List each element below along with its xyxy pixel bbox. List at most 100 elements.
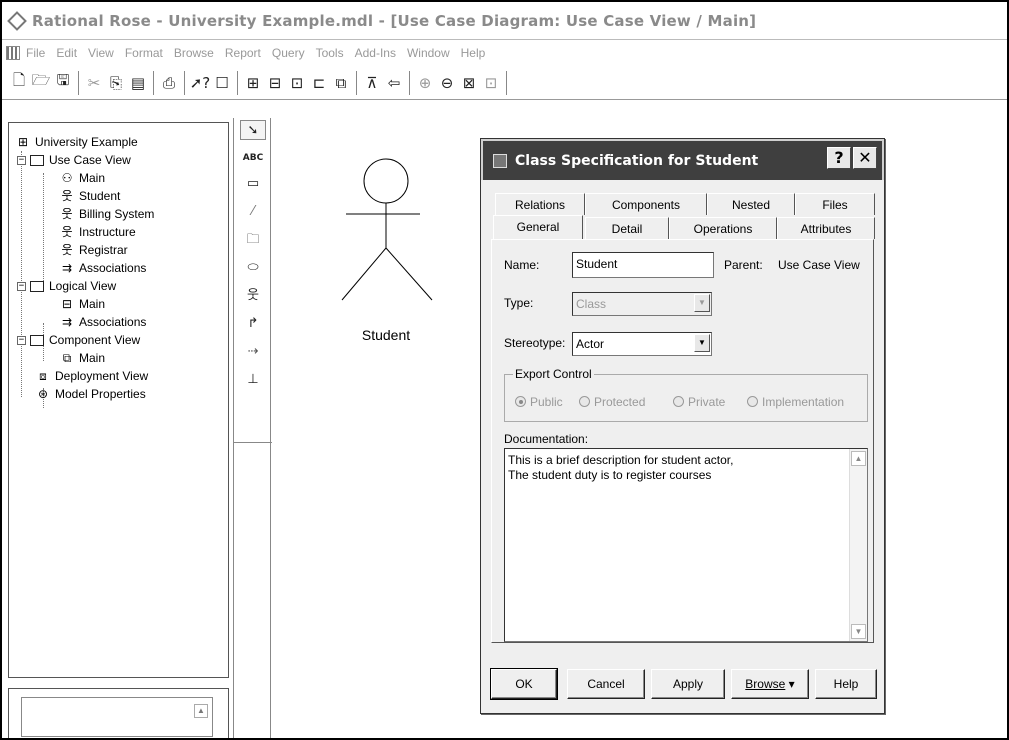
- fit-in-window-icon[interactable]: ⊠: [458, 72, 480, 94]
- print-icon[interactable]: ⎙: [158, 72, 180, 94]
- tab-nested[interactable]: Nested: [707, 193, 795, 215]
- anchor-note-tool-icon[interactable]: ⁄: [240, 202, 266, 222]
- menu-report[interactable]: Report: [225, 46, 261, 60]
- type-select[interactable]: Class ▼: [572, 292, 712, 316]
- tree-item-lv-main[interactable]: ⊟ Main: [59, 295, 105, 313]
- collapse-toggle-icon[interactable]: −: [17, 155, 26, 165]
- radio-public[interactable]: Public: [515, 395, 563, 409]
- package-tool-icon[interactable]: 🗀: [240, 230, 266, 250]
- zoom-out-icon[interactable]: ⊖: [436, 72, 458, 94]
- menu-edit[interactable]: Edit: [56, 46, 77, 60]
- open-file-icon[interactable]: 🗁: [30, 71, 52, 94]
- radio-private[interactable]: Private: [673, 395, 725, 409]
- close-button[interactable]: ✕: [853, 147, 877, 169]
- tree-item-component-view[interactable]: − Component View: [17, 331, 140, 349]
- tree-item-use-case-view[interactable]: − Use Case View: [17, 151, 131, 169]
- menu-add-ins[interactable]: Add-Ins: [355, 46, 396, 60]
- documentation-textarea[interactable]: This is a brief description for student …: [504, 448, 868, 642]
- dialog-title-bar: Class Specification for Student: [481, 139, 884, 180]
- tab-operations[interactable]: Operations: [669, 217, 777, 239]
- tree-item-instructure[interactable]: 웃 Instructure: [59, 223, 135, 241]
- documentation-textbox[interactable]: ▲: [21, 697, 213, 737]
- folder-icon: [30, 280, 44, 292]
- save-icon[interactable]: 🖫: [52, 71, 74, 94]
- browse-deployment-diagram-icon[interactable]: ⧉: [330, 72, 352, 94]
- chevron-down-icon[interactable]: ▼: [694, 294, 710, 312]
- stereotype-select[interactable]: Actor ▼: [572, 332, 712, 356]
- actor-tool-icon[interactable]: 웃: [240, 286, 266, 306]
- radio-protected[interactable]: Protected: [579, 395, 645, 409]
- copy-icon[interactable]: ⎘: [105, 72, 127, 94]
- actor-label[interactable]: Student: [356, 327, 416, 343]
- mdi-document-icon[interactable]: [6, 46, 20, 60]
- tab-general[interactable]: General: [493, 215, 583, 239]
- tree-item-cv-main[interactable]: ⧉ Main: [59, 349, 105, 367]
- dependency-tool-icon[interactable]: ⇢: [240, 342, 266, 362]
- generalization-tool-icon[interactable]: ⊥: [240, 370, 266, 390]
- tree-item-student[interactable]: 웃 Student: [59, 187, 120, 205]
- text-box-tool[interactable]: ABC: [240, 148, 266, 168]
- tab-attributes[interactable]: Attributes: [777, 217, 875, 239]
- tree-item-lv-associations[interactable]: ⇉ Associations: [59, 313, 146, 331]
- tree-item-ucv-associations[interactable]: ⇉ Associations: [59, 259, 146, 277]
- menu-query[interactable]: Query: [272, 46, 305, 60]
- tree-item-university-example[interactable]: ⊞ University Example: [15, 133, 138, 151]
- collapse-toggle-icon[interactable]: −: [17, 281, 26, 291]
- name-field[interactable]: Student: [572, 252, 714, 278]
- tree-item-model-properties[interactable]: ⊛ Model Properties: [35, 385, 146, 403]
- use-case-tool-icon[interactable]: ⬭: [240, 258, 266, 278]
- menu-file[interactable]: File: [26, 46, 45, 60]
- radio-implementation[interactable]: Implementation: [747, 395, 844, 409]
- collapse-toggle-icon[interactable]: −: [17, 335, 26, 345]
- folder-icon: [30, 154, 44, 166]
- browse-component-diagram-icon[interactable]: ⊡: [286, 72, 308, 94]
- tree-item-billing-system[interactable]: 웃 Billing System: [59, 205, 154, 223]
- model-browser[interactable]: ⊞ University Example − Use Case View ⚇ M…: [8, 122, 229, 678]
- tab-components[interactable]: Components: [585, 193, 707, 215]
- tree-item-logical-view[interactable]: − Logical View: [17, 277, 116, 295]
- tab-relations[interactable]: Relations: [495, 193, 585, 215]
- vertical-scrollbar[interactable]: ▲ ▼: [849, 449, 867, 641]
- tab-files[interactable]: Files: [795, 193, 875, 215]
- browse-parent-icon[interactable]: ⊼: [361, 72, 383, 94]
- context-help-icon[interactable]: ➚?: [189, 72, 211, 94]
- paste-icon[interactable]: ▤: [127, 72, 149, 94]
- scroll-up-icon[interactable]: ▲: [194, 704, 208, 718]
- menu-view[interactable]: View: [88, 46, 114, 60]
- student-actor-figure[interactable]: [322, 142, 442, 322]
- tree-item-ucv-main[interactable]: ⚇ Main: [59, 169, 105, 187]
- scroll-down-icon[interactable]: ▼: [851, 624, 866, 639]
- cut-icon[interactable]: ✂: [83, 72, 105, 94]
- ok-button[interactable]: OK: [490, 668, 558, 700]
- toolbar-separator: [184, 70, 185, 95]
- view-documentation-icon[interactable]: ☐: [211, 72, 233, 94]
- note-tool-icon[interactable]: ▭: [240, 174, 266, 194]
- menu-browse[interactable]: Browse: [174, 46, 214, 60]
- browse-class-diagram-icon[interactable]: ⊞: [242, 72, 264, 94]
- menu-tools[interactable]: Tools: [316, 46, 344, 60]
- zoom-in-icon[interactable]: ⊕: [414, 72, 436, 94]
- tab-detail[interactable]: Detail: [585, 217, 669, 239]
- help-button[interactable]: Help: [815, 669, 877, 699]
- application-window: Rational Rose - University Example.mdl -…: [0, 0, 1009, 740]
- scroll-up-icon[interactable]: ▲: [851, 451, 866, 466]
- unidirectional-association-tool-icon[interactable]: ↱: [240, 314, 266, 334]
- browse-previous-icon[interactable]: ⇦: [383, 72, 405, 94]
- menu-window[interactable]: Window: [407, 46, 450, 60]
- apply-button[interactable]: Apply: [651, 669, 725, 699]
- undo-fit-icon[interactable]: ⊡: [480, 72, 502, 94]
- tree-item-deployment-view[interactable]: ⧈ Deployment View: [35, 367, 148, 385]
- menu-help[interactable]: Help: [461, 46, 486, 60]
- toolbar-separator: [78, 70, 79, 95]
- browse-state-diagram-icon[interactable]: ⊏: [308, 72, 330, 94]
- chevron-down-icon[interactable]: ▼: [694, 334, 710, 352]
- browse-interaction-diagram-icon[interactable]: ⊟: [264, 72, 286, 94]
- selection-tool-icon[interactable]: ➘: [240, 120, 266, 140]
- new-file-icon[interactable]: 🗋: [8, 71, 30, 94]
- cancel-button[interactable]: Cancel: [567, 669, 645, 699]
- menu-format[interactable]: Format: [125, 46, 163, 60]
- browse-button[interactable]: Browse ▾: [731, 669, 809, 699]
- title-bar: Rational Rose - University Example.mdl -…: [2, 2, 1007, 40]
- help-question-button[interactable]: ?: [827, 147, 851, 169]
- tree-item-registrar[interactable]: 웃 Registrar: [59, 241, 127, 259]
